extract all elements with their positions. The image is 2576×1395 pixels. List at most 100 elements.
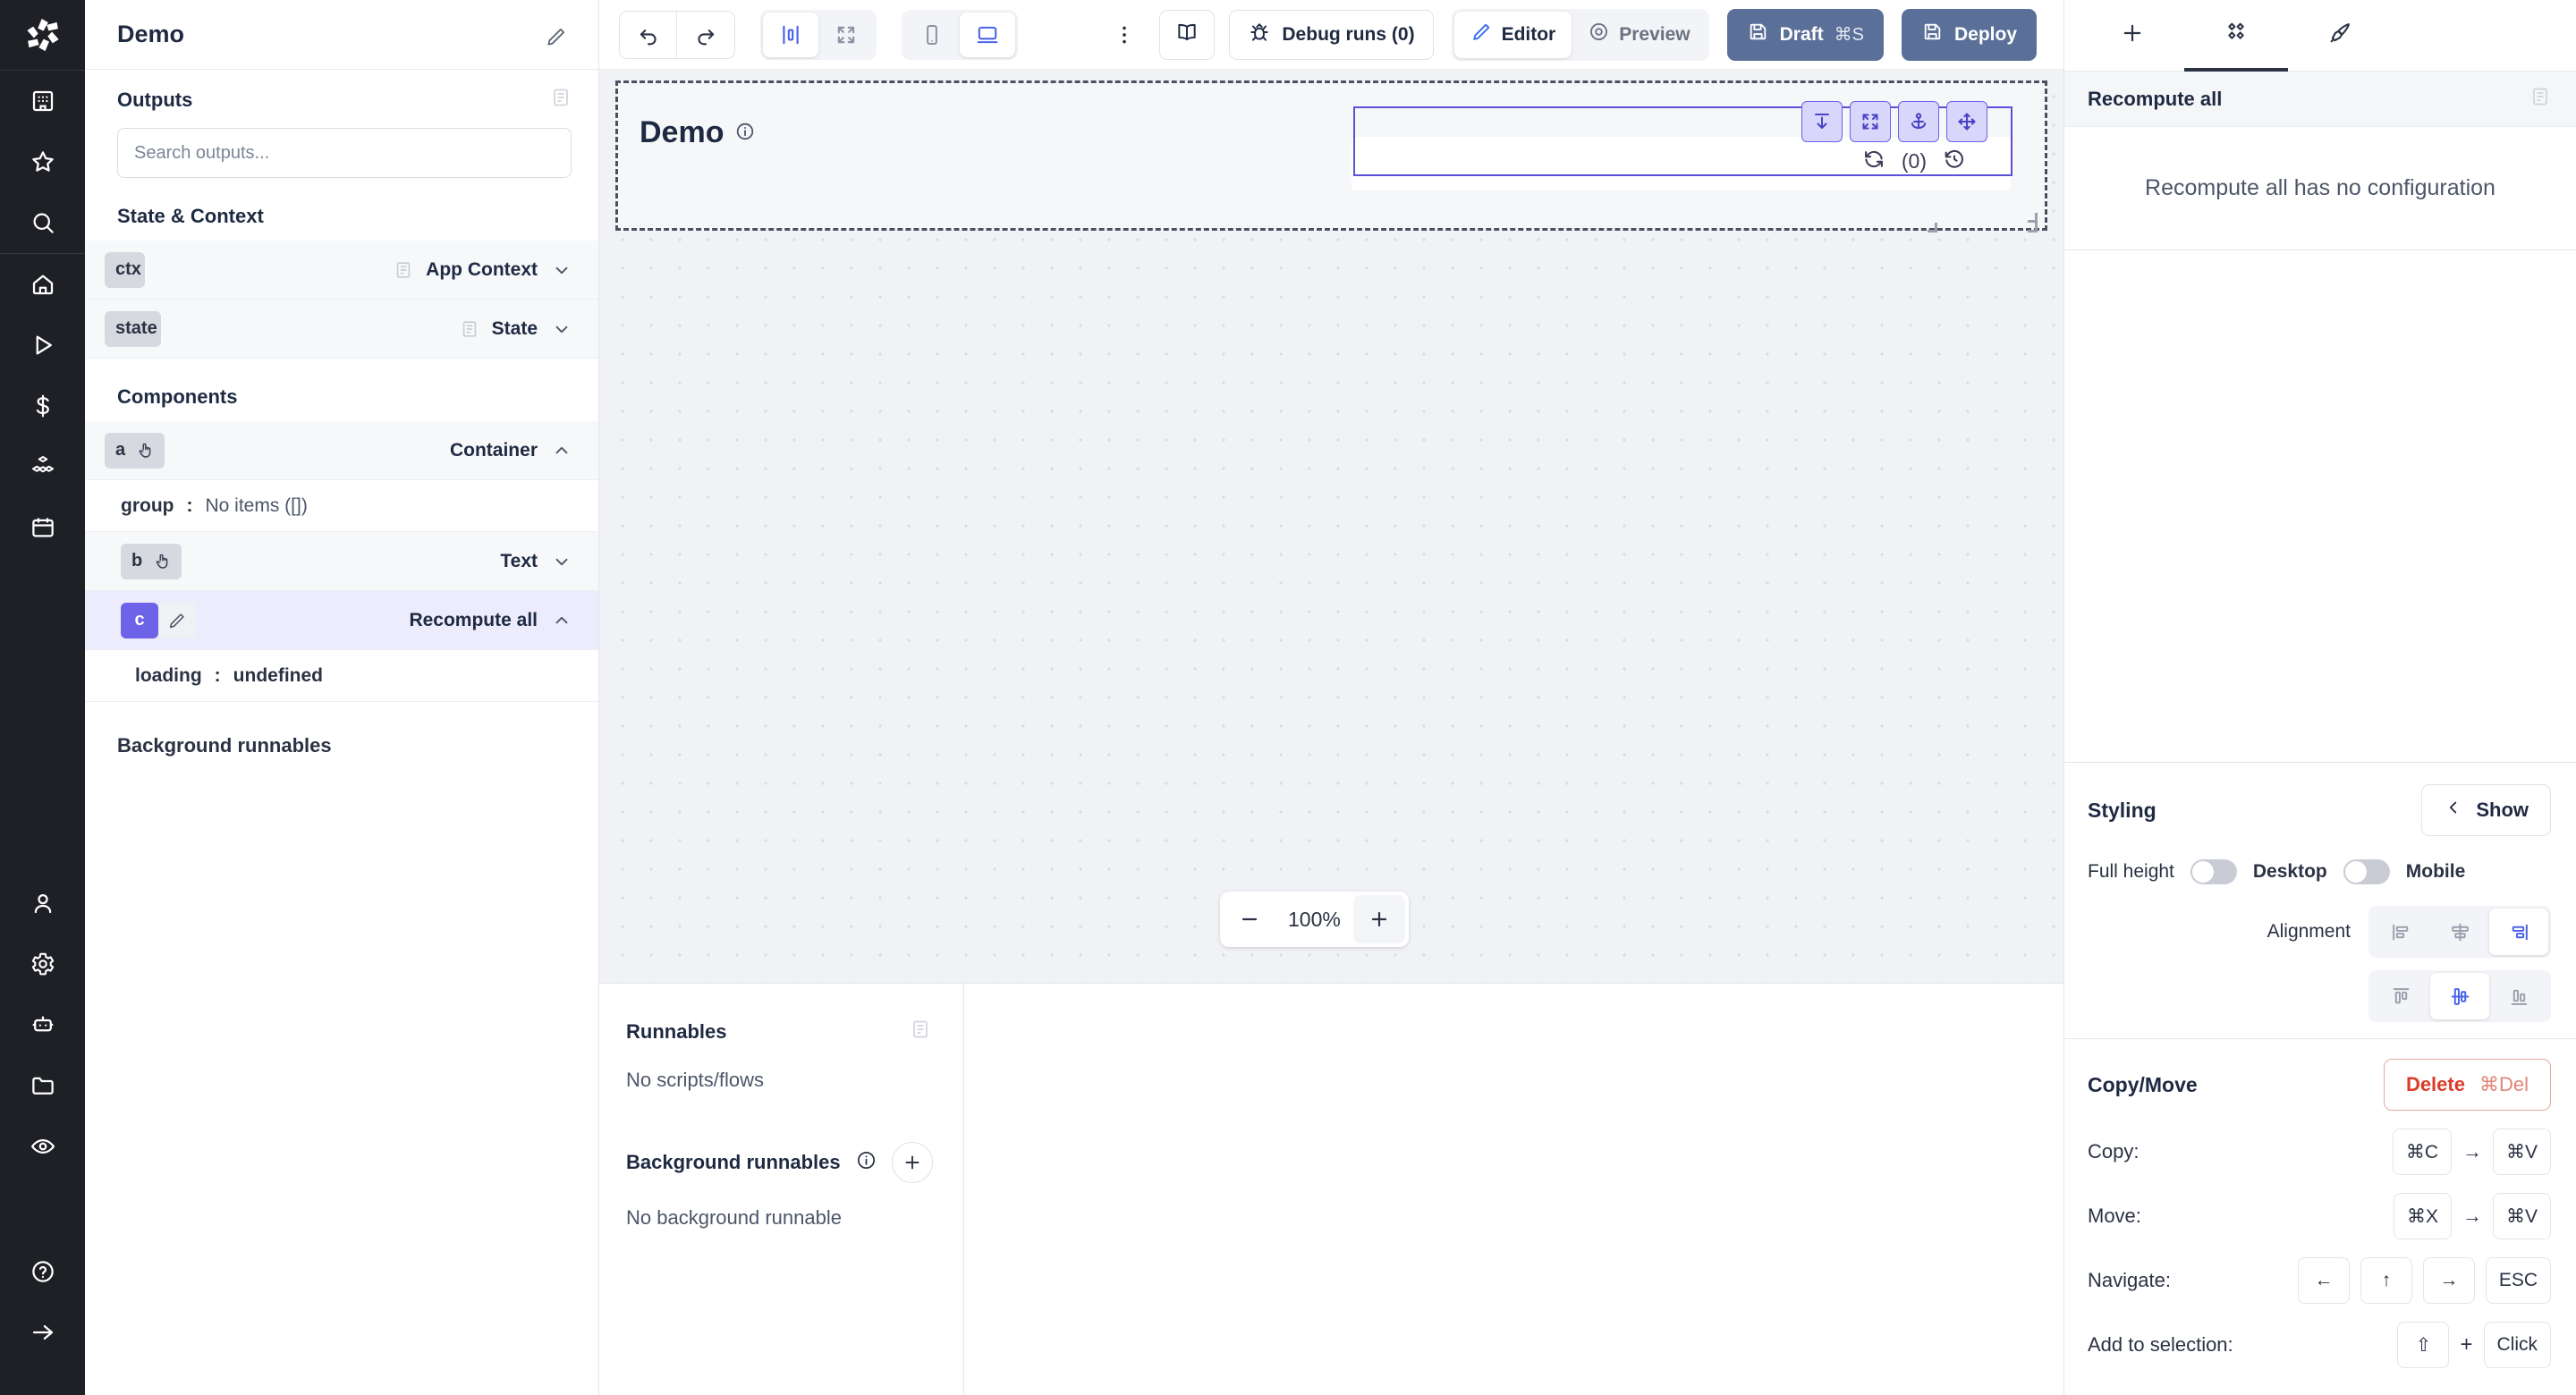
info-icon[interactable] [734, 115, 756, 150]
schedules-icon[interactable] [0, 497, 85, 558]
tab-component-settings[interactable] [2184, 0, 2288, 72]
info-icon[interactable] [855, 1149, 877, 1176]
runnables-panel: Runnables No scripts/flows Background ru… [599, 984, 964, 1395]
selection-outline[interactable]: c [1353, 106, 2012, 176]
zoom-out-button[interactable] [1224, 895, 1275, 943]
component-row-b[interactable]: b Text [85, 532, 598, 591]
workspace-icon[interactable] [0, 71, 85, 131]
debug-runs-button[interactable]: Debug runs (0) [1229, 10, 1433, 60]
tab-add-component[interactable] [2080, 0, 2184, 72]
add-background-runnable-button[interactable] [892, 1142, 933, 1183]
audit-logs-icon[interactable] [0, 1116, 85, 1177]
kbd-shift: ⇧ [2397, 1322, 2449, 1368]
tab-editor[interactable]: Editor [1454, 12, 1572, 58]
delete-label: Delete [2406, 1073, 2465, 1096]
brush-icon [2327, 21, 2352, 48]
resources-icon[interactable] [0, 436, 85, 497]
chevron-down-icon[interactable] [552, 260, 572, 280]
styling-section: Styling Show Full height Desktop Mobile … [2064, 762, 2576, 1038]
chevron-down-icon[interactable] [552, 319, 572, 339]
state-chip[interactable]: state [105, 311, 161, 347]
account-icon[interactable] [0, 873, 85, 934]
mobile-icon[interactable] [904, 13, 960, 57]
mobile-full-height-toggle[interactable] [2343, 859, 2390, 884]
tab-styling[interactable] [2288, 0, 2392, 72]
chevron-down-icon[interactable] [552, 552, 572, 571]
state-context-heading: State & Context [85, 178, 598, 241]
resize-handle[interactable] [2028, 223, 2038, 232]
redo-button[interactable] [677, 12, 734, 58]
anchor-icon[interactable] [1898, 101, 1939, 142]
app-frame[interactable]: Demo c [615, 80, 2047, 231]
undo-button[interactable] [620, 12, 677, 58]
pencil-icon[interactable] [158, 603, 196, 638]
prop-value: undefined [233, 665, 323, 687]
tab-preview[interactable]: Preview [1572, 12, 1706, 58]
pencil-icon[interactable] [545, 25, 568, 55]
center-align-icon[interactable] [763, 13, 818, 57]
component-chip-a[interactable]: a [105, 433, 165, 469]
component-chip-b[interactable]: b [121, 544, 182, 579]
billing-icon[interactable] [0, 376, 85, 436]
component-row-a[interactable]: a Container [85, 421, 598, 480]
home-icon[interactable] [0, 254, 85, 315]
draft-shortcut: ⌘S [1835, 23, 1864, 46]
ctx-chip[interactable]: ctx [105, 252, 145, 288]
runs-icon[interactable] [0, 315, 85, 376]
state-context-row-ctx[interactable]: ctx App Context [85, 241, 598, 300]
state-type-label: State [492, 318, 538, 340]
kbd-cut: ⌘X [2394, 1193, 2452, 1239]
component-row-c[interactable]: c Recompute all [85, 591, 598, 650]
delete-button[interactable]: Delete ⌘Del [2384, 1059, 2551, 1111]
move-icon[interactable] [1946, 101, 1987, 142]
settings-icon[interactable] [0, 934, 85, 994]
resize-handle[interactable] [1928, 223, 1937, 232]
document-icon[interactable] [394, 259, 413, 281]
help-icon[interactable] [0, 1241, 85, 1302]
draft-button[interactable]: Draft ⌘S [1727, 9, 1884, 61]
copy-shortcut-row: Copy: ⌘C → ⌘V [2088, 1129, 2551, 1175]
app-canvas[interactable]: Demo c [599, 70, 2063, 984]
align-left-icon[interactable] [2371, 909, 2430, 955]
align-right-icon[interactable] [2489, 909, 2548, 955]
search-icon[interactable] [0, 192, 85, 253]
ctx-type-label: App Context [426, 259, 538, 281]
search-outputs-input[interactable] [117, 128, 572, 178]
expand-icon[interactable] [1850, 101, 1891, 142]
deploy-button[interactable]: Deploy [1902, 9, 2037, 61]
settings-section-title: Recompute all [2088, 88, 2222, 111]
pointer-icon [131, 435, 161, 466]
tab-preview-label: Preview [1619, 24, 1690, 46]
chevron-up-icon[interactable] [552, 611, 572, 630]
favorites-icon[interactable] [0, 131, 85, 192]
align-middle-icon[interactable] [2430, 973, 2489, 1019]
component-chip-b-label: b [131, 551, 142, 571]
zoom-level: 100% [1275, 908, 1353, 932]
windmill-logo-icon[interactable] [0, 0, 85, 70]
document-icon[interactable] [550, 86, 572, 114]
fullscreen-icon[interactable] [818, 13, 874, 57]
styling-show-button[interactable]: Show [2421, 784, 2551, 836]
move-down-icon[interactable] [1801, 101, 1843, 142]
desktop-icon[interactable] [960, 13, 1015, 57]
workers-icon[interactable] [0, 994, 85, 1055]
chevron-up-icon[interactable] [552, 441, 572, 461]
state-context-row-state[interactable]: state State [85, 300, 598, 359]
document-icon[interactable] [910, 1018, 931, 1045]
clock-rewind-icon[interactable] [1943, 148, 1966, 175]
resize-handle[interactable] [2028, 213, 2038, 223]
align-center-horizontal-icon[interactable] [2430, 909, 2489, 955]
folders-icon[interactable] [0, 1055, 85, 1116]
align-top-icon[interactable] [2371, 973, 2430, 1019]
refresh-icon[interactable] [1862, 148, 1885, 175]
expand-sidebar-icon[interactable] [0, 1302, 85, 1363]
document-icon[interactable] [460, 318, 479, 340]
component-chip-c[interactable]: c [121, 603, 196, 638]
document-icon[interactable] [2529, 85, 2551, 113]
align-bottom-icon[interactable] [2489, 973, 2548, 1019]
zoom-in-button[interactable] [1353, 895, 1405, 943]
desktop-full-height-toggle[interactable] [2190, 859, 2237, 884]
more-vertical-icon[interactable] [1104, 11, 1145, 59]
settings-section-header: Recompute all [2064, 72, 2576, 127]
docs-button[interactable] [1159, 10, 1215, 60]
